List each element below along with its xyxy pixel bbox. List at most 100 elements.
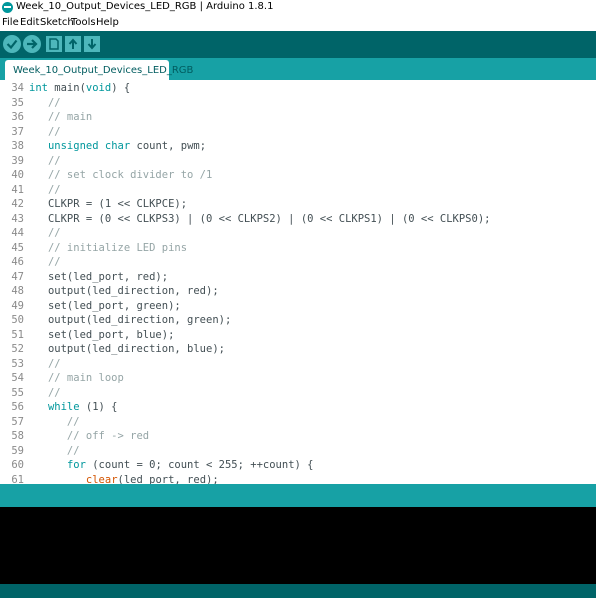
menu-edit[interactable]: Edit xyxy=(20,17,39,28)
code-token: // xyxy=(29,256,61,268)
code-line: 58 // off -> red xyxy=(0,429,596,444)
code-text: // main xyxy=(29,110,92,125)
tab-sketch[interactable]: Week_10_Output_Devices_LED_RGB xyxy=(5,60,193,80)
code-token: // xyxy=(29,415,80,428)
code-line: 50 output(led_direction, green); xyxy=(0,313,596,328)
new-button[interactable] xyxy=(46,36,62,52)
line-number: 43 xyxy=(11,212,24,225)
line-number: 59 xyxy=(11,444,24,457)
line-number: 42 xyxy=(11,198,24,210)
code-line: 47 set(led_port, red); xyxy=(0,270,596,285)
code-line: 36 // main xyxy=(0,110,596,125)
code-text: while (1) { xyxy=(29,400,118,415)
code-line: 61 clear(led_port, red); xyxy=(0,473,596,485)
console-output xyxy=(0,507,596,584)
code-line: 39 // xyxy=(0,154,596,169)
code-line: 56 while (1) { xyxy=(0,400,596,415)
code-line: 46 // xyxy=(0,255,596,270)
line-number: 38 xyxy=(11,140,24,152)
code-text: // xyxy=(29,226,61,241)
code-text: output(led_direction, red); xyxy=(29,284,219,299)
toolbar xyxy=(0,31,596,58)
menu-file[interactable]: File xyxy=(2,17,19,28)
code-token: (1) { xyxy=(79,401,118,413)
menu-help[interactable]: Help xyxy=(96,17,119,28)
line-number: 51 xyxy=(11,328,24,341)
line-number: 35 xyxy=(11,96,24,109)
code-text: // main loop xyxy=(29,371,124,386)
code-token: int xyxy=(29,82,48,94)
code-token: // set clock divider to /1 xyxy=(29,169,213,181)
code-text: // xyxy=(29,444,80,459)
code-line: 41 // xyxy=(0,183,596,198)
menu-bar: File Edit Sketch Tools Help xyxy=(0,15,596,31)
line-number: 36 xyxy=(11,111,24,123)
code-token: CLKPR = (0 << CLKPS3) | (0 << CLKPS2) | … xyxy=(29,212,491,225)
code-text: output(led_direction, green); xyxy=(29,313,231,328)
line-number: 50 xyxy=(11,314,24,326)
code-token: // xyxy=(29,183,61,196)
line-number: 54 xyxy=(11,372,24,384)
line-number: 58 xyxy=(11,430,24,442)
save-button[interactable] xyxy=(84,36,100,52)
line-number: 61 xyxy=(11,473,24,485)
code-text: // xyxy=(29,96,61,111)
code-line: 43 CLKPR = (0 << CLKPS3) | (0 << CLKPS2)… xyxy=(0,212,596,227)
code-token: clear xyxy=(85,473,118,485)
tab-strip: Week_10_Output_Devices_LED_RGB xyxy=(0,58,596,80)
code-token: (count = 0; count < 255; ++count) { xyxy=(85,459,314,471)
line-number: 60 xyxy=(11,459,24,471)
code-text: set(led_port, green); xyxy=(29,299,181,314)
upload-button[interactable] xyxy=(23,35,41,53)
code-text: // xyxy=(29,125,61,140)
code-text: // off -> red xyxy=(29,429,149,444)
line-number: 47 xyxy=(11,270,24,283)
code-text: CLKPR = (0 << CLKPS3) | (0 << CLKPS2) | … xyxy=(29,212,491,227)
code-token: output(led_direction, green); xyxy=(29,314,232,326)
code-text: clear(led_port, red); xyxy=(29,473,219,485)
open-button[interactable] xyxy=(65,36,81,52)
code-text: unsigned char count, pwm; xyxy=(29,139,206,154)
line-number: 46 xyxy=(11,256,24,268)
code-editor[interactable]: 34 int main(void) {35 //36 // main 37 //38… xyxy=(0,80,596,484)
code-text: // xyxy=(29,255,61,270)
code-text: // initialize LED pins xyxy=(29,241,187,256)
code-line: 57 // xyxy=(0,415,596,430)
code-token: // off -> red xyxy=(29,430,150,442)
line-number: 45 xyxy=(11,241,24,254)
code-text: // set clock divider to /1 xyxy=(29,168,212,183)
line-number: 55 xyxy=(11,386,24,399)
code-token: output(led_direction, red); xyxy=(29,285,219,297)
code-line: 49 set(led_port, green); xyxy=(0,299,596,314)
code-line: 53 // xyxy=(0,357,596,372)
open-icon xyxy=(68,38,78,49)
code-text: for (count = 0; count < 255; ++count) { xyxy=(29,458,314,473)
code-text: set(led_port, blue); xyxy=(29,328,174,343)
code-token: // main xyxy=(29,111,93,123)
line-number: 56 xyxy=(11,401,24,413)
bottom-status-bar xyxy=(0,584,596,598)
tab-label: Week_10_Output_Devices_LED_RGB xyxy=(13,65,194,76)
line-number: 39 xyxy=(11,154,24,167)
line-number: 41 xyxy=(11,183,24,196)
verify-button[interactable] xyxy=(3,35,21,53)
code-token: set(led_port, red); xyxy=(29,270,169,283)
code-line: 35 // xyxy=(0,96,596,111)
line-number: 48 xyxy=(11,285,24,297)
menu-sketch[interactable]: Sketch xyxy=(40,17,74,28)
code-token: count, pwm; xyxy=(130,140,207,152)
code-text: output(led_direction, blue); xyxy=(29,342,225,357)
line-number: 52 xyxy=(11,343,24,355)
code-token: void xyxy=(85,82,112,94)
code-token: // initialize LED pins xyxy=(29,241,188,254)
new-icon xyxy=(49,38,59,50)
code-text: // xyxy=(29,357,61,372)
code-line: 52 output(led_direction, blue); xyxy=(0,342,596,357)
menu-tools[interactable]: Tools xyxy=(71,17,96,28)
line-number: 53 xyxy=(11,357,24,370)
code-line: 42 CLKPR = (1 << CLKPCE); xyxy=(0,197,596,212)
